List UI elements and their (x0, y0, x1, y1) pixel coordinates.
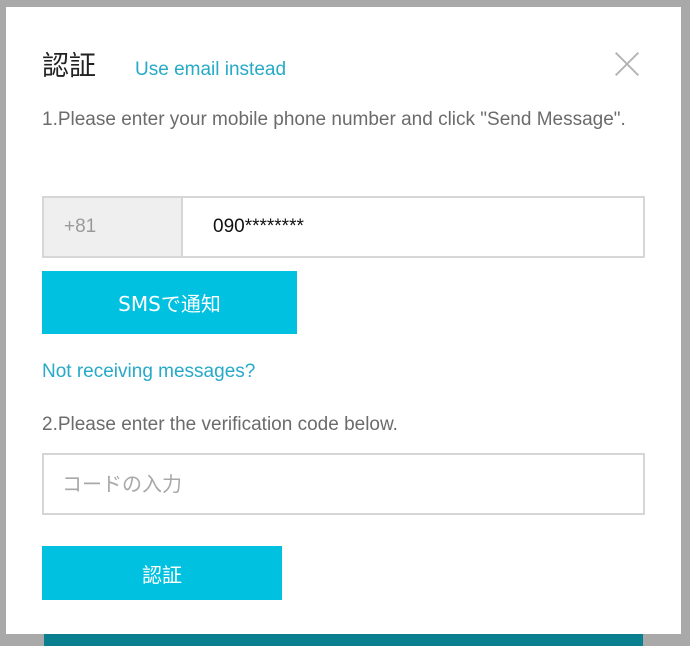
close-icon[interactable] (610, 47, 644, 81)
verify-button[interactable]: 認証 (42, 546, 282, 600)
background-page-bar (44, 634, 643, 646)
country-code-field[interactable]: +81 (44, 198, 183, 256)
verification-code-input[interactable] (42, 453, 645, 515)
dialog-title: 認証 (42, 51, 96, 82)
verification-dialog: 認証 Use email instead 1.Please enter your… (6, 7, 681, 634)
phone-number-group: +81 (42, 196, 645, 258)
step2-instruction: 2.Please enter the verification code bel… (42, 414, 398, 435)
not-receiving-link[interactable]: Not receiving messages? (42, 360, 255, 384)
send-sms-button[interactable]: SMSで通知 (42, 271, 297, 334)
phone-number-input[interactable] (183, 198, 643, 256)
step1-instruction: 1.Please enter your mobile phone number … (42, 109, 626, 130)
use-email-link[interactable]: Use email instead (135, 58, 286, 82)
